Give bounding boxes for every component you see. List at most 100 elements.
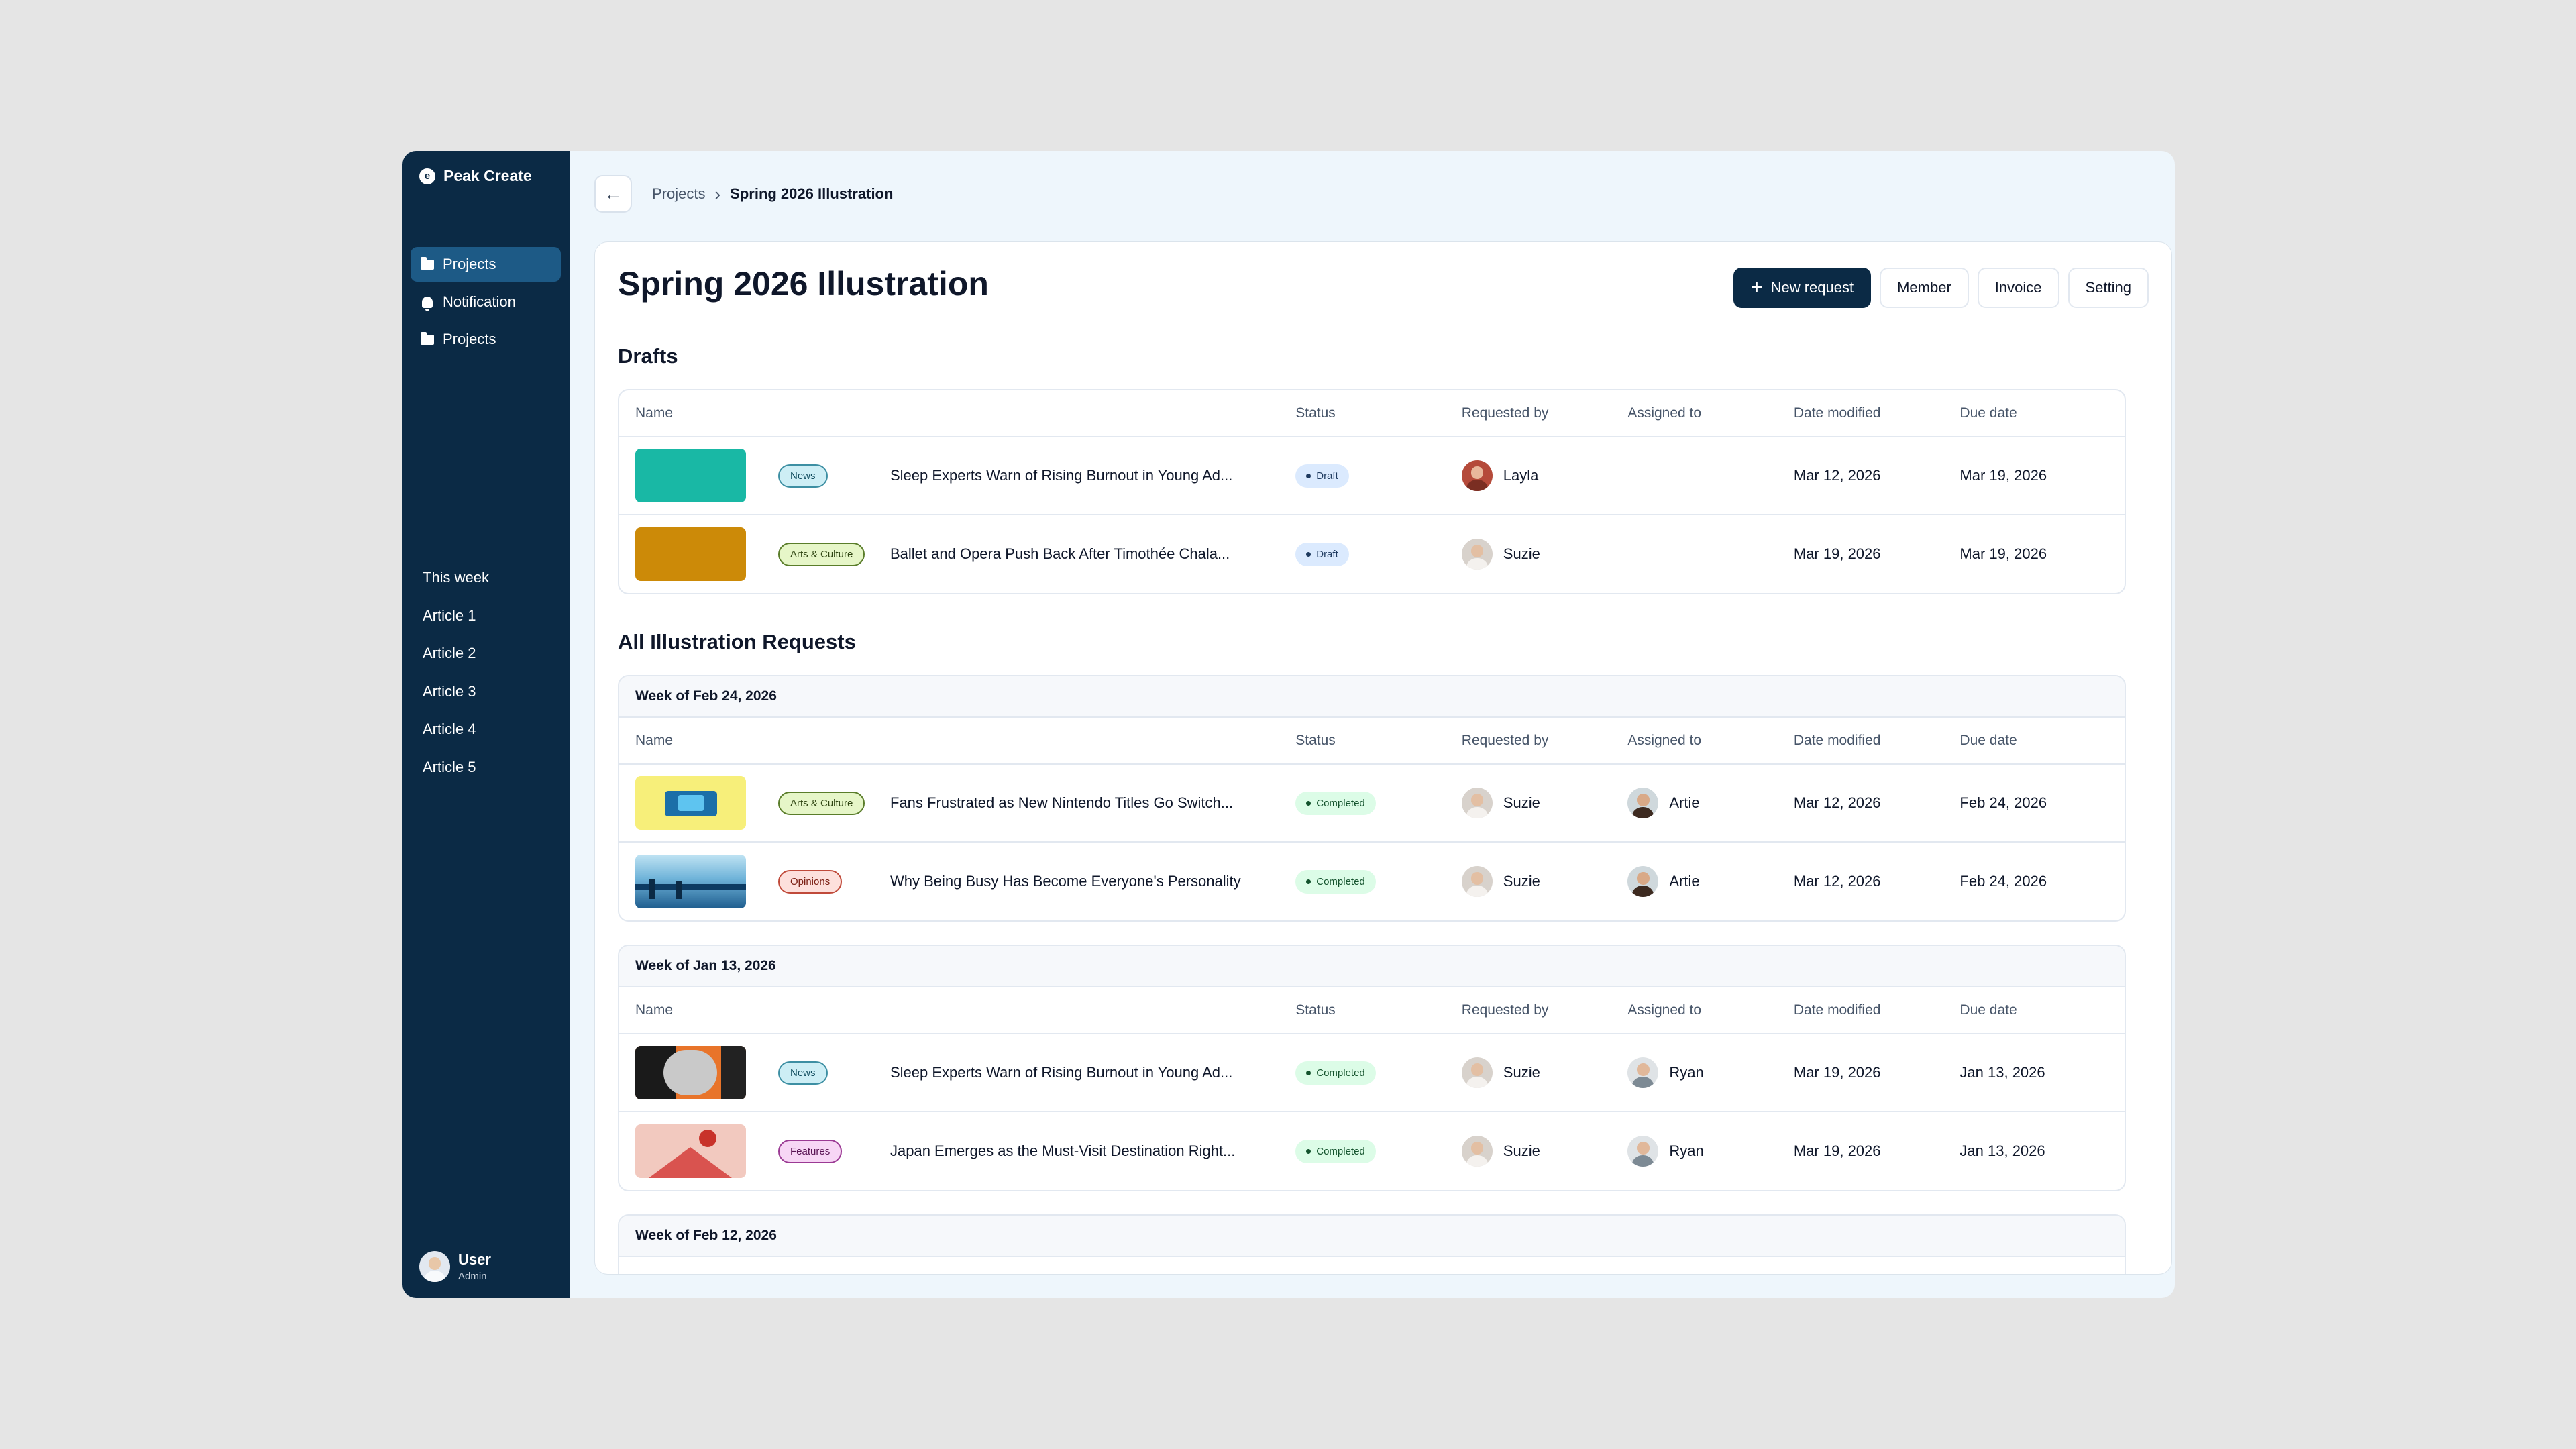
user-role: Admin	[458, 1271, 487, 1282]
main-content: ← Projects › Spring 2026 Illustration Sp…	[570, 151, 2175, 1298]
column-assigned-to[interactable]: Assigned to	[1627, 405, 1794, 421]
user-profile[interactable]: User Admin	[419, 1251, 491, 1282]
name-cell: Arts & Culture Ballet and Opera Push Bac…	[619, 527, 1295, 581]
new-request-button[interactable]: + New request	[1733, 268, 1872, 308]
assignee-name: Artie	[1669, 794, 1700, 811]
request-title[interactable]: Sleep Experts Warn of Rising Burnout in …	[890, 1064, 1266, 1081]
column-name[interactable]: Name	[619, 733, 1295, 749]
sidebar-item-projects[interactable]: Projects	[411, 247, 561, 282]
tag-badge[interactable]: Arts & Culture	[778, 542, 865, 566]
tag-badge[interactable]: Features	[778, 1139, 843, 1163]
table-row[interactable]: Arts & Culture Fans Frustrated as New Ni…	[619, 765, 2125, 843]
sidebar-item-this-week[interactable]: This week	[423, 559, 489, 597]
sidebar-item-article-2[interactable]: Article 2	[423, 635, 489, 673]
status-label: Completed	[1316, 1067, 1365, 1079]
requested-by-cell: Suzie	[1461, 788, 1628, 818]
breadcrumb: ← Projects › Spring 2026 Illustration	[594, 175, 893, 213]
table-row[interactable]: Opinions Why Being Busy Has Become Every…	[619, 843, 2125, 920]
new-request-label: New request	[1770, 279, 1854, 296]
table-header: Name Status Requested by Assigned to Dat…	[619, 390, 2125, 437]
due-date-cell: Mar 19, 2026	[1960, 545, 2047, 562]
status-label: Draft	[1316, 470, 1338, 482]
column-assigned-to[interactable]: Assigned to	[1627, 733, 1794, 749]
status-badge: Draft	[1295, 464, 1349, 488]
requester-name: Suzie	[1503, 873, 1540, 890]
avatar	[1461, 1136, 1493, 1167]
avatar	[1627, 1057, 1659, 1088]
thumbnail	[635, 1046, 746, 1099]
requested-by-cell: Suzie	[1461, 539, 1628, 570]
request-title[interactable]: Why Being Busy Has Become Everyone's Per…	[890, 873, 1266, 890]
date-modified-cell: Mar 19, 2026	[1793, 1142, 1881, 1159]
request-title[interactable]: Ballet and Opera Push Back After Timothé…	[890, 545, 1266, 563]
arrow-left-icon: ←	[604, 183, 623, 204]
plus-icon: +	[1751, 276, 1763, 299]
status-label: Draft	[1316, 548, 1338, 560]
sidebar-item-article-5[interactable]: Article 5	[423, 749, 489, 787]
column-status[interactable]: Status	[1295, 405, 1462, 421]
column-date-modified[interactable]: Date modified	[1794, 405, 1960, 421]
table-row[interactable]: News Sleep Experts Warn of Rising Burnou…	[619, 437, 2125, 515]
table-row[interactable]: Arts & Culture Ballet and Opera Push Bac…	[619, 515, 2125, 593]
requester-name: Suzie	[1503, 1064, 1540, 1081]
status-dot-icon	[1306, 1070, 1311, 1075]
column-name[interactable]: Name	[619, 405, 1295, 421]
tag-badge[interactable]: Opinions	[778, 869, 843, 894]
thumbnail	[635, 776, 746, 830]
status-badge: Completed	[1295, 1139, 1376, 1163]
sidebar-item-projects-2[interactable]: Projects	[411, 322, 561, 357]
name-cell: News Sleep Experts Warn of Rising Burnou…	[619, 1046, 1295, 1099]
column-status[interactable]: Status	[1295, 733, 1462, 749]
name-cell: Opinions Why Being Busy Has Become Every…	[619, 855, 1295, 908]
column-assigned-to[interactable]: Assigned to	[1627, 1002, 1794, 1018]
column-name[interactable]: Name	[619, 1002, 1295, 1018]
column-date-modified[interactable]: Date modified	[1794, 733, 1960, 749]
column-status[interactable]: Status	[1295, 1002, 1462, 1018]
sidebar-item-article-3[interactable]: Article 3	[423, 673, 489, 711]
column-due-date[interactable]: Due date	[1960, 1002, 2125, 1018]
breadcrumb-projects[interactable]: Projects	[652, 185, 705, 203]
week-table: Week of Jan 13, 2026 Name Status Request…	[618, 945, 2126, 1191]
requester-name: Suzie	[1503, 1142, 1540, 1159]
column-requested-by[interactable]: Requested by	[1462, 733, 1628, 749]
date-modified-cell: Mar 12, 2026	[1793, 794, 1881, 811]
drafts-table: Name Status Requested by Assigned to Dat…	[618, 389, 2126, 594]
name-cell: News Sleep Experts Warn of Rising Burnou…	[619, 449, 1295, 502]
tag-badge[interactable]: News	[778, 1061, 828, 1085]
sidebar-nav: Projects Notification Projects	[411, 247, 561, 360]
due-date-cell: Jan 13, 2026	[1960, 1142, 2045, 1159]
action-bar: + New request Member Invoice Setting	[1733, 268, 2149, 308]
column-due-date[interactable]: Due date	[1960, 405, 2125, 421]
table-row[interactable]: News Sleep Experts Warn of Rising Burnou…	[619, 1034, 2125, 1112]
requested-by-cell: Suzie	[1461, 1057, 1628, 1088]
tag-badge[interactable]: Arts & Culture	[778, 791, 865, 815]
invoice-button[interactable]: Invoice	[1977, 268, 2059, 308]
setting-button[interactable]: Setting	[2068, 268, 2149, 308]
column-due-date[interactable]: Due date	[1960, 733, 2125, 749]
all-requests-heading: All Illustration Requests	[618, 630, 856, 653]
sidebar-item-article-1[interactable]: Article 1	[423, 597, 489, 635]
back-button[interactable]: ←	[594, 175, 632, 213]
request-title[interactable]: Japan Emerges as the Must-Visit Destinat…	[890, 1142, 1266, 1160]
member-button[interactable]: Member	[1880, 268, 1969, 308]
sidebar-item-article-4[interactable]: Article 4	[423, 710, 489, 749]
brand[interactable]: e Peak Create	[419, 167, 532, 185]
requested-by-cell: Suzie	[1461, 866, 1628, 897]
status-dot-icon	[1306, 551, 1311, 557]
column-date-modified[interactable]: Date modified	[1794, 1002, 1960, 1018]
avatar	[1461, 866, 1493, 897]
status-dot-icon	[1306, 879, 1311, 884]
requester-name: Layla	[1503, 467, 1539, 484]
assigned-to-cell: Artie	[1627, 788, 1794, 818]
sidebar-item-notification[interactable]: Notification	[411, 284, 561, 319]
due-date-cell: Feb 24, 2026	[1960, 873, 2047, 890]
week-header: Week of Feb 12, 2026	[619, 1216, 2125, 1257]
table-row[interactable]: Features Japan Emerges as the Must-Visit…	[619, 1112, 2125, 1190]
app-window: e Peak Create Projects Notification Proj…	[402, 151, 2175, 1298]
request-title[interactable]: Sleep Experts Warn of Rising Burnout in …	[890, 467, 1266, 484]
bell-icon	[420, 294, 435, 311]
request-title[interactable]: Fans Frustrated as New Nintendo Titles G…	[890, 794, 1266, 812]
column-requested-by[interactable]: Requested by	[1462, 1002, 1628, 1018]
tag-badge[interactable]: News	[778, 464, 828, 488]
column-requested-by[interactable]: Requested by	[1462, 405, 1628, 421]
